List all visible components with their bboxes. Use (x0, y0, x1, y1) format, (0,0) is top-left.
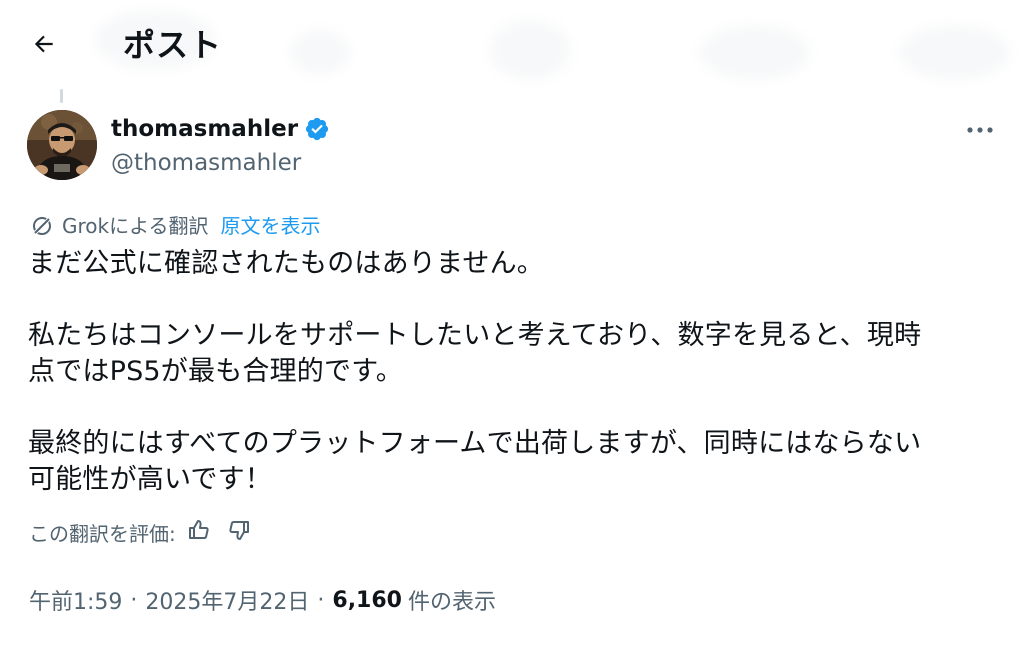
page-title: ポスト (123, 26, 223, 64)
author-display-name[interactable]: thomasmahler (111, 114, 298, 144)
show-original-link[interactable]: 原文を表示 (221, 212, 321, 240)
author-handle[interactable]: @thomasmahler (111, 148, 301, 178)
post-time[interactable]: 午前1:59 (29, 584, 122, 616)
views-count: 6,160 (332, 587, 402, 613)
verified-badge-icon[interactable] (304, 116, 330, 142)
top-bar: ポスト (0, 0, 1024, 86)
back-button[interactable] (20, 22, 68, 70)
meta-separator: · (317, 587, 325, 613)
meta-separator: · (130, 587, 138, 613)
author-name-row[interactable]: thomasmahler (111, 113, 330, 145)
rate-translation-label: この翻訳を評価: (29, 521, 176, 546)
post-detail-page: ポスト thomasmahler @thomasmahler Grokによる翻訳… (0, 0, 1024, 646)
thread-connector-line (60, 89, 63, 103)
post-meta: 午前1:59 · 2025年7月22日 · 6,160 件の表示 (29, 584, 496, 616)
thumbs-up-icon (187, 518, 211, 547)
arrow-left-icon (31, 31, 57, 61)
thumbs-down-button[interactable] (222, 515, 256, 549)
avatar[interactable] (27, 110, 97, 180)
thumbs-up-button[interactable] (182, 515, 216, 549)
translation-label: Grokによる翻訳 (62, 214, 209, 238)
thumbs-down-icon (227, 518, 251, 547)
translation-bar: Grokによる翻訳 原文を表示 (30, 211, 321, 241)
more-horizontal-icon (966, 120, 994, 139)
post-text: まだ公式に確認されたものはありません。 私たちはコンソールをサポートしたいと考え… (28, 246, 998, 534)
post-date[interactable]: 2025年7月22日 (145, 584, 309, 616)
rate-translation-row: この翻訳を評価: (29, 514, 256, 550)
post-paragraph: 最終的にはすべてのプラットフォームで出荷しますが、同時にはならない 可能性が高い… (28, 428, 922, 495)
views-label: 件の表示 (407, 590, 496, 615)
grok-logo-icon (30, 214, 54, 238)
more-options-button[interactable] (958, 112, 1002, 146)
post-paragraph: 私たちはコンソールをサポートしたいと考えており、数字を見ると、現時 点ではPS5… (28, 320, 922, 387)
post-paragraph: まだ公式に確認されたものはありません。 (28, 248, 544, 279)
